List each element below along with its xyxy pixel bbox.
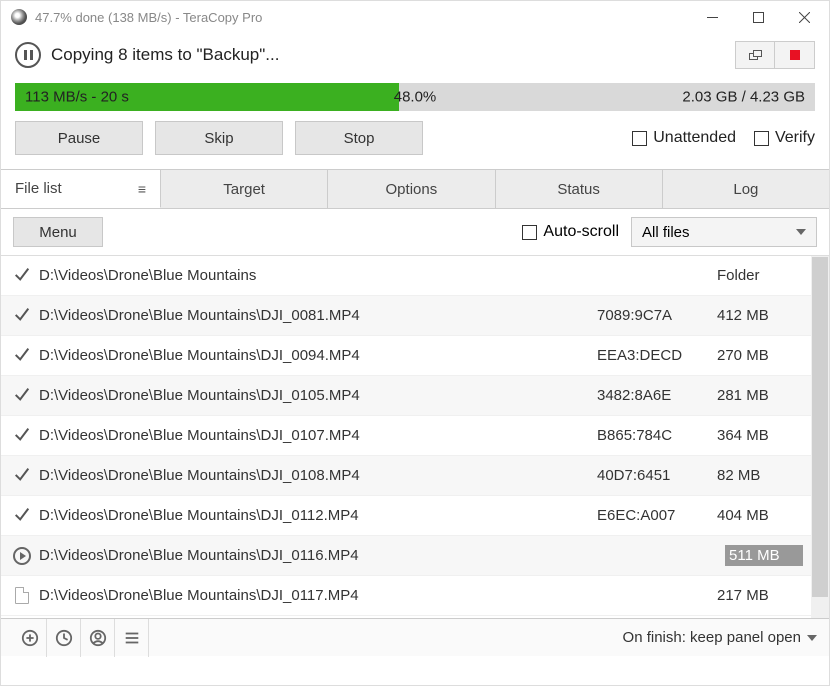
minimize-button[interactable] (689, 1, 735, 33)
file-size: 82 MB (717, 467, 803, 484)
play-icon (13, 547, 31, 565)
unattended-checkbox[interactable]: Unattended (632, 129, 736, 147)
tab-options[interactable]: Options (328, 170, 495, 208)
file-crc: 40D7:6451 (597, 467, 717, 484)
file-row[interactable]: D:\Videos\Drone\Blue Mountains\DJI_0094.… (1, 336, 829, 376)
verify-checkbox[interactable]: Verify (754, 129, 815, 147)
file-size: 281 MB (717, 387, 803, 404)
title-bar: 47.7% done (138 MB/s) - TeraCopy Pro (1, 1, 829, 33)
tab-file-list[interactable]: File list≡ (1, 170, 161, 208)
progress-speed-eta: 113 MB/s - 20 s (25, 89, 129, 106)
file-row[interactable]: D:\Videos\Drone\Blue Mountains\DJI_0116.… (1, 536, 829, 576)
file-size: 511 MB (725, 545, 803, 566)
window-mode-button[interactable] (735, 41, 775, 69)
hamburger-icon: ≡ (138, 181, 146, 197)
file-crc: EEA3:DECD (597, 347, 717, 364)
file-row[interactable]: D:\Videos\Drone\Blue Mountains\DJI_0081.… (1, 296, 829, 336)
on-finish-dropdown[interactable]: On finish: keep panel open (623, 629, 817, 646)
file-icon (15, 587, 29, 604)
file-size: 217 MB (717, 587, 803, 604)
file-crc: 7089:9C7A (597, 307, 717, 324)
status-text: Copying 8 items to "Backup"... (51, 45, 735, 65)
chevron-down-icon (807, 635, 817, 641)
file-row[interactable]: D:\Videos\Drone\Blue Mountains\DJI_0112.… (1, 496, 829, 536)
menu-button[interactable]: Menu (13, 217, 103, 247)
skip-button[interactable]: Skip (155, 121, 283, 155)
filter-dropdown[interactable]: All files (631, 217, 817, 247)
file-path: D:\Videos\Drone\Blue Mountains\DJI_0117.… (39, 587, 597, 604)
file-crc: E6EC:A007 (597, 507, 717, 524)
pause-icon[interactable] (15, 42, 41, 68)
file-path: D:\Videos\Drone\Blue Mountains\DJI_0081.… (39, 307, 597, 324)
app-icon (11, 9, 27, 25)
file-list: D:\Videos\Drone\Blue MountainsFolderD:\V… (1, 256, 829, 618)
window-title: 47.7% done (138 MB/s) - TeraCopy Pro (35, 10, 689, 25)
progress-bar: 113 MB/s - 20 s 48.0% 2.03 GB / 4.23 GB (15, 83, 815, 111)
file-row[interactable]: D:\Videos\Drone\Blue Mountains\DJI_0117.… (1, 576, 829, 616)
footer: On finish: keep panel open (1, 618, 829, 656)
stop-recording-button[interactable] (775, 41, 815, 69)
close-button[interactable] (781, 1, 827, 33)
file-path: D:\Videos\Drone\Blue Mountains\DJI_0116.… (39, 547, 605, 564)
progress-bytes: 2.03 GB / 4.23 GB (682, 89, 805, 106)
tab-status[interactable]: Status (496, 170, 663, 208)
file-row[interactable]: D:\Videos\Drone\Blue Mountains\DJI_0107.… (1, 416, 829, 456)
check-icon (13, 465, 31, 487)
red-square-icon (790, 50, 800, 60)
tab-bar: File list≡ Target Options Status Log (1, 169, 829, 209)
menu-icon-button[interactable] (115, 619, 149, 657)
file-size: 404 MB (717, 507, 803, 524)
check-icon (13, 385, 31, 407)
progress-percent: 48.0% (394, 89, 437, 106)
file-path: D:\Videos\Drone\Blue Mountains\DJI_0112.… (39, 507, 597, 524)
history-button[interactable] (47, 619, 81, 657)
file-crc: B865:784C (597, 427, 717, 444)
file-row[interactable]: D:\Videos\Drone\Blue Mountains Folder (1, 256, 829, 296)
add-button[interactable] (13, 619, 47, 657)
check-icon (13, 305, 31, 327)
file-size: 412 MB (717, 307, 803, 324)
scrollbar-thumb[interactable] (812, 257, 828, 597)
chevron-down-icon (796, 229, 806, 235)
autoscroll-checkbox[interactable]: Auto-scroll (522, 223, 619, 241)
pause-button[interactable]: Pause (15, 121, 143, 155)
check-icon (13, 345, 31, 367)
file-crc: 3482:8A6E (597, 387, 717, 404)
tab-target[interactable]: Target (161, 170, 328, 208)
file-row[interactable]: D:\Videos\Drone\Blue Mountains\DJI_0108.… (1, 456, 829, 496)
file-row[interactable]: D:\Videos\Drone\Blue Mountains\DJI_0105.… (1, 376, 829, 416)
user-button[interactable] (81, 619, 115, 657)
file-path: D:\Videos\Drone\Blue Mountains\DJI_0094.… (39, 347, 597, 364)
file-path: D:\Videos\Drone\Blue Mountains\DJI_0107.… (39, 427, 597, 444)
tab-log[interactable]: Log (663, 170, 829, 208)
file-path: D:\Videos\Drone\Blue Mountains (39, 267, 597, 284)
windows-icon (749, 50, 762, 61)
file-path: D:\Videos\Drone\Blue Mountains\DJI_0105.… (39, 387, 597, 404)
file-size: Folder (717, 267, 803, 284)
stop-button[interactable]: Stop (295, 121, 423, 155)
file-size: 270 MB (717, 347, 803, 364)
maximize-button[interactable] (735, 1, 781, 33)
file-path: D:\Videos\Drone\Blue Mountains\DJI_0108.… (39, 467, 597, 484)
scrollbar[interactable] (811, 256, 829, 618)
file-size: 364 MB (717, 427, 803, 444)
check-icon (13, 265, 31, 287)
check-icon (13, 425, 31, 447)
check-icon (13, 505, 31, 527)
